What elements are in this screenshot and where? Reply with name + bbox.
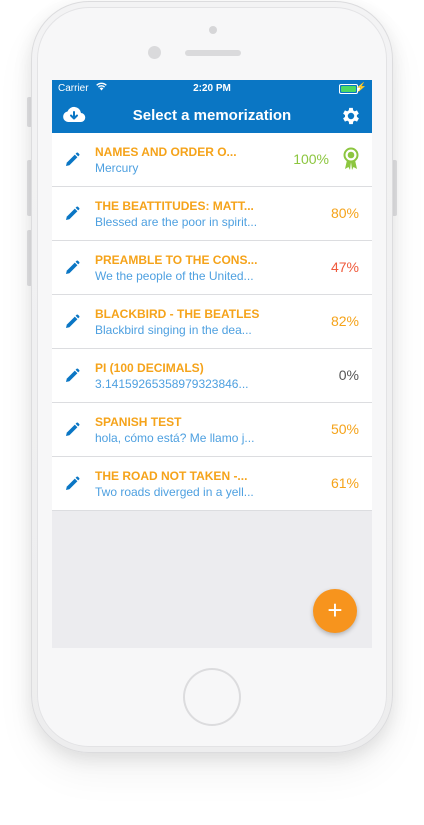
pencil-icon[interactable] (64, 476, 80, 492)
item-subtitle: hola, cómo está? Me llamo j... (95, 431, 255, 445)
list-item[interactable]: SPANISH TEST hola, cómo está? Me llamo j… (52, 403, 372, 457)
pencil-icon[interactable] (64, 314, 80, 330)
home-button[interactable] (183, 668, 241, 726)
pencil-icon[interactable] (64, 422, 80, 438)
front-camera (148, 46, 161, 59)
page-title: Select a memorization (132, 107, 292, 124)
item-subtitle: Blackbird singing in the dea... (95, 323, 252, 337)
item-subtitle: 3.14159265358979323846... (95, 377, 249, 391)
item-title: NAMES AND ORDER O... (95, 145, 237, 159)
list-item[interactable]: BLACKBIRD - THE BEATLES Blackbird singin… (52, 295, 372, 349)
item-subtitle: Two roads diverged in a yell... (95, 485, 254, 499)
pencil-icon[interactable] (64, 206, 80, 222)
item-subtitle: Mercury (95, 161, 139, 175)
item-progress: 0% (338, 367, 359, 383)
navigation-bar: Select a memorization (52, 98, 372, 133)
status-time: 2:20 PM (193, 83, 231, 94)
item-progress: 61% (330, 475, 359, 491)
item-progress: 47% (330, 259, 359, 275)
item-title: PI (100 DECIMALS) (95, 361, 204, 375)
item-title: SPANISH TEST (95, 415, 182, 429)
item-title: BLACKBIRD - THE BEATLES (95, 307, 260, 321)
pencil-icon[interactable] (64, 368, 80, 384)
list-item[interactable]: PREAMBLE TO THE CONS... We the people of… (52, 241, 372, 295)
pencil-icon[interactable] (64, 260, 80, 276)
item-title: THE BEATTITUDES: MATT... (95, 199, 254, 213)
item-title: THE ROAD NOT TAKEN -... (95, 469, 248, 483)
app-screen: Carrier 2:20 PM ⚡ Select a memorization … (52, 80, 372, 648)
proximity-sensor (209, 26, 217, 34)
charging-icon: ⚡ (355, 82, 367, 92)
item-title: PREAMBLE TO THE CONS... (95, 253, 258, 267)
list-item[interactable]: NAMES AND ORDER O... Mercury 100% (52, 133, 372, 187)
memorization-list: NAMES AND ORDER O... Mercury 100% THE BE… (52, 133, 372, 511)
item-progress: 50% (330, 421, 359, 437)
list-item[interactable]: THE ROAD NOT TAKEN -... Two roads diverg… (52, 457, 372, 511)
award-icon (342, 147, 360, 171)
item-subtitle: Blessed are the poor in spirit... (95, 215, 258, 229)
pencil-icon[interactable] (64, 152, 80, 168)
status-bar: Carrier 2:20 PM ⚡ (52, 80, 372, 98)
gear-icon[interactable] (340, 105, 362, 127)
item-progress: 80% (330, 205, 359, 221)
add-memorization-button[interactable]: + (313, 589, 357, 633)
list-item[interactable]: PI (100 DECIMALS) 3.14159265358979323846… (52, 349, 372, 403)
item-subtitle: We the people of the United... (95, 269, 254, 283)
item-progress: 82% (330, 313, 359, 329)
list-item[interactable]: THE BEATTITUDES: MATT... Blessed are the… (52, 187, 372, 241)
earpiece-speaker (185, 50, 241, 56)
item-progress: 100% (293, 151, 329, 167)
